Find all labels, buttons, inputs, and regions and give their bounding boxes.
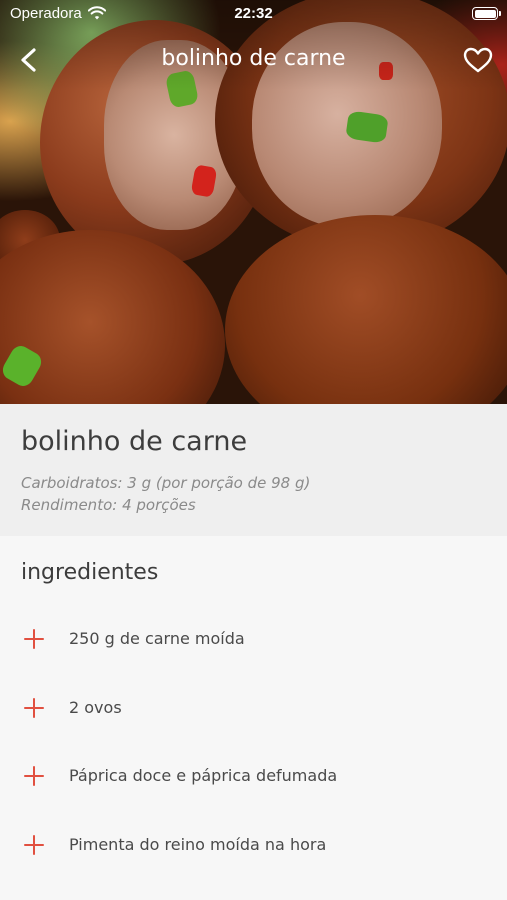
ingredient-label: Pimenta do reino moída na hora <box>69 835 327 854</box>
heart-outline-icon[interactable] <box>462 46 494 74</box>
status-bar: Operadora 22:32 <box>0 0 507 28</box>
recipe-info: bolinho de carne Carboidratos: 3 g (por … <box>0 404 507 536</box>
plus-icon[interactable] <box>24 698 44 718</box>
ingredient-item[interactable]: 2 ovos <box>0 688 507 728</box>
status-time: 22:32 <box>234 5 273 22</box>
ingredient-label: 250 g de carne moída <box>69 629 245 648</box>
ingredient-item[interactable]: Pimenta do reino moída na hora <box>0 825 507 865</box>
plus-icon[interactable] <box>24 766 44 786</box>
carbs-info: Carboidratos: 3 g (por porção de 98 g) <box>21 474 311 492</box>
ingredient-item[interactable]: Páprica doce e páprica defumada <box>0 756 507 796</box>
ingredient-label: 2 ovos <box>69 698 122 717</box>
ingredients-heading: ingredientes <box>21 560 159 585</box>
ingredient-label: Páprica doce e páprica defumada <box>69 766 338 785</box>
plus-icon[interactable] <box>24 835 44 855</box>
ingredient-item[interactable]: 250 g de carne moída <box>0 619 507 659</box>
nav-title: bolinho de carne <box>161 46 346 71</box>
recipe-title: bolinho de carne <box>21 426 248 457</box>
plus-icon[interactable] <box>24 629 44 649</box>
yield-info: Rendimento: 4 porções <box>21 496 196 514</box>
battery-icon <box>472 7 501 20</box>
